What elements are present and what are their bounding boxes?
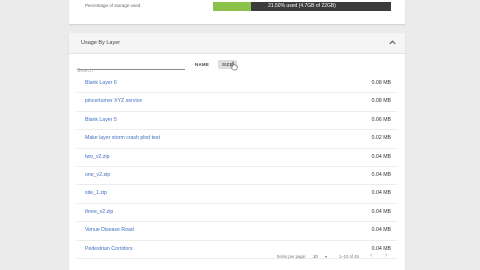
storage-percentage-label: Percentage of storage used bbox=[85, 3, 141, 8]
storage-usage-bar: 21.50% used (4.7GB of 22GB) bbox=[213, 2, 391, 11]
layer-size: 0.08 MB bbox=[371, 98, 391, 105]
layer-name-link[interactable]: pincerturner XYZ service bbox=[85, 98, 142, 104]
items-per-page-select[interactable]: 10 bbox=[313, 254, 318, 259]
paginator: Items per page: 10 ▾ 1–10 of 45 ‹ › bbox=[69, 251, 405, 267]
storage-card: Percentage of storage used 21.50% used (… bbox=[69, 0, 405, 24]
layer-name-link[interactable]: three_v2.zip bbox=[85, 209, 113, 215]
caret-down-icon[interactable]: ▾ bbox=[325, 254, 327, 259]
chevron-left-icon[interactable]: ‹ bbox=[370, 252, 372, 259]
layer-size: 0.04 MB bbox=[371, 153, 391, 160]
section-title: Usage By Layer bbox=[81, 40, 121, 46]
usage-by-layer-header[interactable]: Usage By Layer bbox=[69, 33, 405, 54]
storage-usage-text: 21.50% used (4.7GB of 22GB) bbox=[268, 3, 336, 9]
layer-row: three_v2.zip 0.04 MB bbox=[77, 204, 397, 223]
layer-size: 0.04 MB bbox=[371, 208, 391, 215]
layer-name-link[interactable]: site_1.zip bbox=[85, 190, 107, 196]
page-range-label: 1–10 of 45 bbox=[339, 254, 359, 259]
layer-name-link[interactable]: Blank Layer 5 bbox=[85, 117, 117, 123]
layer-name-link[interactable]: two_v2.zip bbox=[85, 154, 110, 160]
usage-by-layer-card: Usage By Layer NAME SIZE Blank Layer 60.… bbox=[69, 33, 405, 270]
sort-by-name-button[interactable]: NAME bbox=[191, 60, 213, 69]
chevron-up-icon[interactable] bbox=[388, 38, 397, 47]
layer-size: 0.04 MB bbox=[371, 171, 391, 178]
layer-size: 0.06 MB bbox=[371, 116, 391, 123]
layer-row: site_1.zip 0.04 MB bbox=[77, 185, 397, 204]
layer-size: 0.04 MB bbox=[371, 227, 391, 234]
layer-name-link[interactable]: Make layer storm crash plod test bbox=[85, 135, 160, 141]
layer-row: pincerturner XYZ service 0.08 MB bbox=[77, 93, 397, 112]
layer-row: Venue Disease Road 0.04 MB bbox=[77, 222, 397, 241]
layer-row: two_v2.zip 0.04 MB bbox=[77, 149, 397, 167]
hand-cursor-icon bbox=[230, 61, 238, 71]
layer-size: 0.02 MB bbox=[371, 135, 391, 142]
chevron-right-icon[interactable]: › bbox=[385, 252, 387, 259]
layer-size: 0.04 MB bbox=[371, 190, 391, 197]
layer-name-link[interactable]: one_v2.zip bbox=[85, 172, 110, 178]
layer-row: Blank Layer 6 0.08 MB bbox=[77, 75, 397, 94]
layer-size: 0.08 MB bbox=[371, 80, 391, 86]
search-field bbox=[77, 59, 185, 76]
layer-row: Make layer storm crash plod test 0.02 MB bbox=[77, 130, 397, 149]
layer-name-link[interactable]: Venue Disease Road bbox=[85, 227, 134, 233]
layer-row: Blank Layer 5 0.06 MB bbox=[77, 112, 397, 131]
items-per-page-label: Items per page: bbox=[277, 254, 307, 259]
layer-list: Blank Layer 6 0.08 MB pincerturner XYZ ser… bbox=[77, 75, 397, 259]
layer-name-link[interactable]: Blank Layer 6 bbox=[85, 80, 117, 86]
layer-row: one_v2.zip 0.04 MB bbox=[77, 167, 397, 186]
